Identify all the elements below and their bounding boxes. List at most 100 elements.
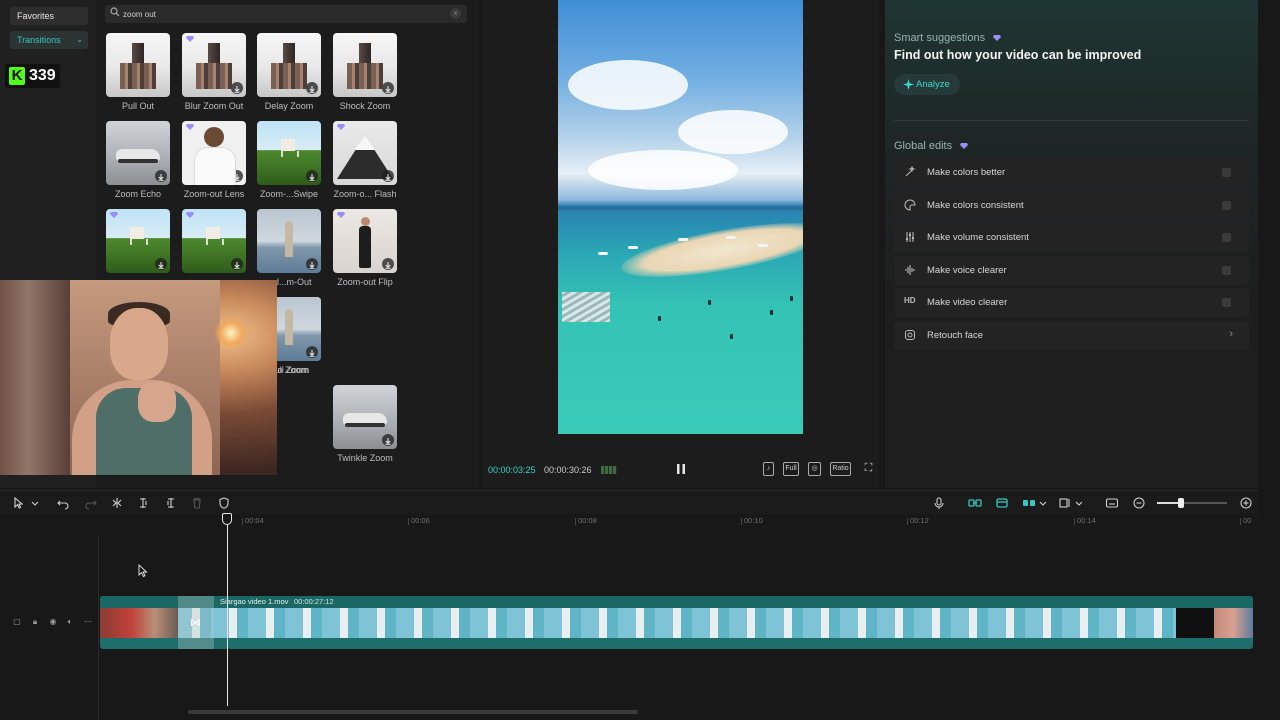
- transition-tile[interactable]: [182, 209, 246, 277]
- zoom-in-icon[interactable]: [1239, 496, 1253, 510]
- smart-suggestions-panel: Smart suggestions Find out how your vide…: [885, 0, 1258, 488]
- link-clips-icon[interactable]: [968, 496, 982, 510]
- download-icon[interactable]: [155, 170, 167, 182]
- transition-tile[interactable]: [106, 209, 170, 277]
- download-icon[interactable]: [306, 170, 318, 182]
- download-icon[interactable]: [382, 434, 394, 446]
- chevron-down-icon[interactable]: [30, 496, 40, 510]
- improve-heading: Find out how your video can be improved: [894, 48, 1142, 62]
- smart-suggestions-label: Smart suggestions: [894, 32, 986, 44]
- transition-tile[interactable]: Zoom-out Flip: [333, 209, 397, 287]
- transition-tile[interactable]: Twinkle Zoom: [333, 385, 397, 463]
- transition-tile[interactable]: Blur Zoom Out: [182, 33, 246, 111]
- transition-label: Blur Zoom Out: [184, 101, 244, 111]
- transition-tile[interactable]: Zoom-...Swipe: [257, 121, 321, 199]
- zoom-out-icon[interactable]: [1132, 496, 1146, 510]
- global-edit-row[interactable]: Make voice clearer: [894, 255, 1249, 285]
- clear-search-icon[interactable]: ×: [450, 8, 461, 19]
- current-time: 00:00:03:25: [488, 465, 536, 475]
- chevron-down-icon[interactable]: [1038, 496, 1048, 510]
- playhead-handle[interactable]: [222, 513, 232, 525]
- split-icon[interactable]: [110, 496, 124, 510]
- transition-tile[interactable]: Zoom Echo: [106, 121, 170, 199]
- search-bar[interactable]: ×: [105, 5, 467, 23]
- zoom-slider-handle[interactable]: [1178, 498, 1184, 508]
- global-edit-row[interactable]: Make volume consistent: [894, 223, 1249, 252]
- transition-tile[interactable]: Zoom-o... Flash: [333, 121, 397, 199]
- transition-tile[interactable]: Pull Out: [106, 33, 170, 111]
- global-edit-row[interactable]: Retouch face ›: [894, 320, 1249, 350]
- edit-toggle[interactable]: [1222, 265, 1231, 275]
- download-icon[interactable]: [306, 82, 318, 94]
- shield-icon[interactable]: [217, 496, 231, 510]
- tiktok-icon[interactable]: ♪: [763, 462, 774, 476]
- track-cover-icon[interactable]: ▢: [12, 617, 22, 627]
- timeline-ruler[interactable]: 00:04 00:06 00:08 00:10 00:12 00:14 00: [0, 514, 1258, 528]
- select-tool-icon[interactable]: [12, 496, 26, 510]
- lock-icon[interactable]: 🔒︎: [30, 617, 40, 627]
- download-icon[interactable]: [306, 258, 318, 270]
- screenshot-icon[interactable]: ◎: [808, 462, 821, 476]
- preview-axis-icon[interactable]: [1058, 496, 1072, 510]
- transition-tile[interactable]: Delay Zoom: [257, 33, 321, 111]
- download-icon[interactable]: [382, 82, 394, 94]
- undo-icon[interactable]: [56, 496, 70, 510]
- chevron-right-icon[interactable]: ›: [1229, 328, 1233, 340]
- video-clip[interactable]: ⋈ Siargao video 1.mov 00:00:27:12: [100, 596, 1253, 649]
- pause-button[interactable]: [674, 461, 688, 477]
- premium-gem-icon: [960, 143, 969, 150]
- delete-icon[interactable]: [190, 496, 204, 510]
- microphone-icon[interactable]: [932, 496, 946, 510]
- full-button[interactable]: Full: [783, 462, 799, 476]
- fullscreen-icon[interactable]: ⛶: [863, 462, 874, 476]
- analyze-button[interactable]: Analyze: [894, 74, 960, 95]
- ruler-label: 00:12: [910, 516, 929, 525]
- transition-tile[interactable]: ...d...m-Out: [257, 209, 321, 287]
- ratio-button[interactable]: Ratio: [830, 462, 851, 476]
- global-edit-row[interactable]: Make colors consistent: [894, 190, 1249, 220]
- download-icon[interactable]: [382, 170, 394, 182]
- edit-toggle[interactable]: [1222, 233, 1231, 242]
- redo-icon[interactable]: [84, 496, 98, 510]
- timeline-scrollbar[interactable]: [188, 710, 638, 714]
- transition-label: Twinkle Zoom: [337, 453, 393, 463]
- captions-icon[interactable]: [1105, 496, 1119, 510]
- category-favorites[interactable]: Favorites: [10, 7, 88, 25]
- edit-toggle[interactable]: [1222, 298, 1231, 307]
- global-edit-label: Make volume consistent: [927, 232, 1029, 243]
- download-icon[interactable]: [231, 82, 243, 94]
- download-icon[interactable]: [382, 258, 394, 270]
- eye-icon[interactable]: ◉: [48, 617, 58, 627]
- transition-label: Delay Zoom: [264, 101, 314, 111]
- global-edit-label: Make colors better: [927, 167, 1006, 178]
- transition-tile[interactable]: Zoom-out Lens: [182, 121, 246, 199]
- playhead[interactable]: [227, 514, 228, 706]
- download-icon[interactable]: [306, 346, 318, 358]
- edit-toggle[interactable]: [1222, 200, 1231, 210]
- transition-tile[interactable]: Shock Zoom: [333, 33, 397, 111]
- ruler-tick: [1074, 518, 1075, 525]
- category-transitions[interactable]: Transitions ⌄: [10, 31, 88, 49]
- face-icon: [904, 329, 918, 342]
- global-edit-row[interactable]: HD Make video clearer: [894, 288, 1249, 317]
- download-icon[interactable]: [231, 170, 243, 182]
- premium-gem-icon: [993, 35, 1002, 42]
- search-input[interactable]: [123, 6, 443, 22]
- edit-toggle[interactable]: [1222, 168, 1231, 177]
- timeline-zoom-slider[interactable]: [1157, 498, 1227, 508]
- download-icon[interactable]: [231, 258, 243, 270]
- global-edit-row[interactable]: Make colors better: [894, 158, 1249, 187]
- chevron-down-icon[interactable]: [1074, 496, 1084, 510]
- transition-thumbnail: [333, 33, 397, 97]
- download-icon[interactable]: [155, 258, 167, 270]
- video-preview[interactable]: [558, 0, 803, 434]
- more-icon[interactable]: ⋯: [83, 617, 93, 627]
- trim-right-icon[interactable]: [163, 496, 177, 510]
- transition-label: Pull Out: [121, 101, 154, 111]
- trim-left-icon[interactable]: [137, 496, 151, 510]
- speaker-icon[interactable]: 🔈︎: [65, 617, 75, 627]
- snap-icon[interactable]: [1022, 496, 1036, 510]
- swimmer: [730, 334, 733, 339]
- timeline-area[interactable]: ▢ 🔒︎ ◉ 🔈︎ ⋯ ⋈ Siargao video 1.mov 00:00:…: [0, 528, 1258, 720]
- magnet-icon[interactable]: [995, 496, 1009, 510]
